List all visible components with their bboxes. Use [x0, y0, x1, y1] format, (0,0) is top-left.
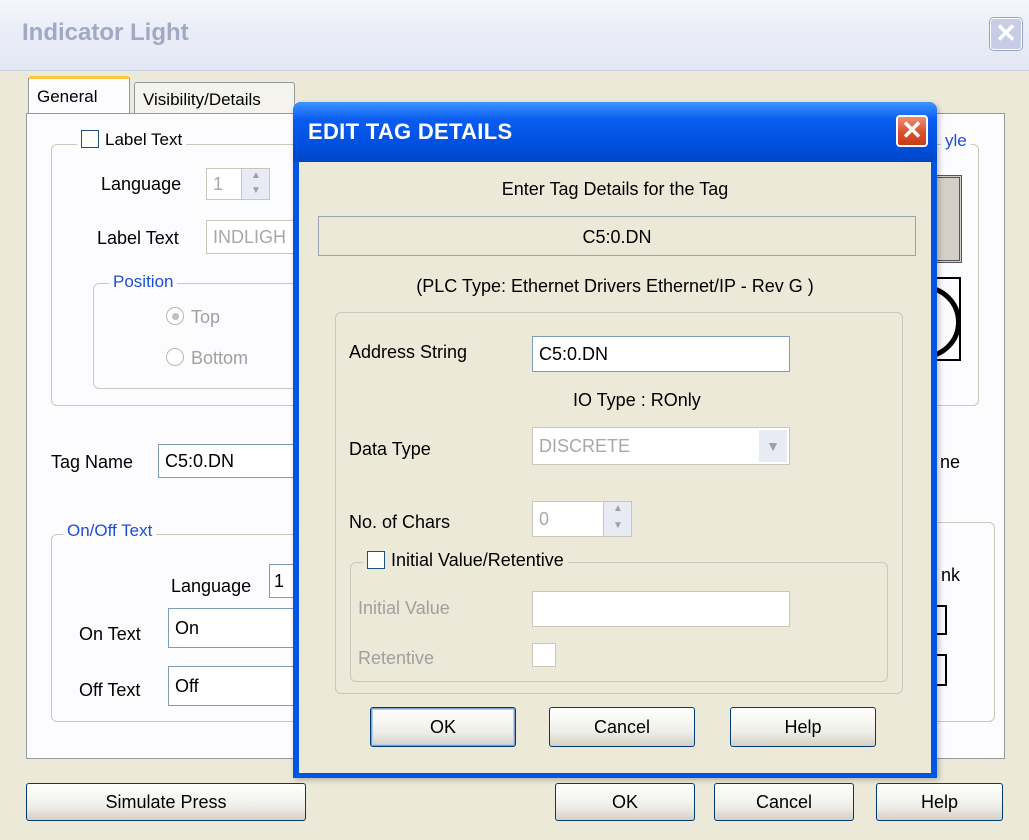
position-bottom-radio[interactable] — [166, 348, 184, 366]
dialog-ok-label: OK — [429, 717, 456, 737]
chevron-down-icon[interactable]: ▼ — [759, 430, 787, 462]
blink-on-swatch[interactable] — [937, 605, 947, 635]
position-bottom-label: Bottom — [191, 348, 249, 368]
tab-visibility-details[interactable]: Visibility/Details — [134, 82, 295, 117]
dialog-ok-button[interactable]: OK — [370, 707, 516, 747]
dialog-help-label: Help — [784, 717, 822, 737]
window-title: Indicator Light — [22, 19, 189, 46]
language-label: Language — [101, 174, 182, 194]
dialog-help-button[interactable]: Help — [730, 707, 876, 747]
initial-value-input[interactable] — [532, 591, 790, 627]
position-legend: Position — [109, 272, 178, 292]
label-text-checkbox-label: Label Text — [105, 130, 183, 149]
ok-button[interactable]: OK — [555, 783, 695, 821]
tag-name-label: Tag Name — [51, 452, 134, 472]
dialog-title: EDIT TAG DETAILS — [308, 119, 513, 144]
onoff-language-value: 1 — [274, 571, 285, 591]
on-text-label: On Text — [79, 624, 141, 644]
label-text-value: INDLIGH — [213, 227, 287, 247]
dialog-prompt: Enter Tag Details for the Tag — [501, 179, 729, 199]
right-label-fragment-ne: ne — [940, 452, 961, 472]
spinner-arrows-icon[interactable]: ▲ ▼ — [241, 169, 269, 199]
cancel-button[interactable]: Cancel — [714, 783, 854, 821]
initial-retentive-checkbox[interactable] — [367, 551, 385, 569]
off-text-input[interactable]: Off — [168, 666, 308, 706]
dialog-cancel-label: Cancel — [593, 717, 651, 737]
edit-tag-details-dialog: EDIT TAG DETAILS ✕ Enter Tag Details for… — [293, 102, 937, 778]
data-type-value: DISCRETE — [539, 436, 631, 456]
data-type-label: Data Type — [349, 439, 431, 459]
no-of-chars-value: 0 — [539, 509, 550, 529]
style-preview-square[interactable] — [937, 175, 962, 263]
label-text-checkbox[interactable] — [81, 130, 99, 148]
position-top-label: Top — [191, 307, 221, 327]
no-of-chars-label: No. of Chars — [349, 512, 451, 532]
simulate-press-button[interactable]: Simulate Press — [26, 783, 306, 821]
dialog-cancel-button[interactable]: Cancel — [549, 707, 695, 747]
plc-type-text: (PLC Type: Ethernet Drivers Ethernet/IP … — [416, 276, 814, 296]
help-label: Help — [920, 792, 959, 812]
dialog-titlebar[interactable]: EDIT TAG DETAILS ✕ — [293, 102, 937, 162]
address-string-value: C5:0.DN — [539, 344, 609, 364]
off-text-label: Off Text — [79, 680, 141, 700]
window-titlebar[interactable]: Indicator Light ✕ — [0, 0, 1029, 71]
tag-name-value: C5:0.DN — [165, 451, 235, 471]
tab-general-label: General — [37, 87, 98, 106]
window-close-button[interactable]: ✕ — [990, 18, 1022, 50]
cancel-label: Cancel — [755, 792, 813, 812]
tab-visibility-label: Visibility/Details — [143, 90, 261, 109]
on-text-value: On — [175, 618, 200, 638]
initial-retentive-label: Initial Value/Retentive — [391, 550, 564, 570]
address-string-input[interactable]: C5:0.DN — [532, 336, 790, 372]
position-top-radio[interactable] — [166, 307, 184, 325]
tab-general[interactable]: General — [28, 76, 130, 117]
io-type-text: IO Type : ROnly — [573, 390, 701, 410]
label-text-input[interactable]: INDLIGH — [206, 220, 306, 254]
simulate-press-label: Simulate Press — [105, 792, 227, 812]
dialog-close-button[interactable]: ✕ — [896, 115, 928, 147]
close-icon: ✕ — [901, 115, 923, 145]
no-of-chars-spinner[interactable]: 0 ▲ ▼ — [532, 501, 632, 537]
address-string-label: Address String — [349, 342, 468, 362]
retentive-label: Retentive — [358, 648, 435, 668]
onoff-legend: On/Off Text — [63, 521, 157, 541]
right-label-fragment-nk: nk — [941, 565, 961, 585]
retentive-checkbox[interactable] — [532, 643, 556, 667]
blink-off-swatch[interactable] — [937, 654, 947, 686]
initial-value-label: Initial Value — [358, 598, 450, 618]
tag-name-input[interactable]: C5:0.DN — [158, 444, 308, 478]
label-language-spinner[interactable]: 1 ▲ ▼ — [206, 168, 270, 200]
position-group — [93, 283, 315, 389]
onoff-language-label: Language — [171, 576, 252, 596]
style-preview-round[interactable] — [887, 277, 961, 361]
ok-label: OK — [611, 792, 638, 812]
help-button[interactable]: Help — [876, 783, 1003, 821]
dialog-tag-display: C5:0.DN — [318, 216, 916, 256]
label-text-legend: Label Text — [77, 130, 187, 150]
on-text-input[interactable]: On — [168, 608, 308, 648]
label-text-label: Label Text — [97, 228, 179, 248]
style-legend: yle — [941, 131, 971, 151]
off-text-value: Off — [175, 676, 199, 696]
data-type-select[interactable]: DISCRETE ▼ — [532, 427, 790, 465]
initial-retentive-legend: Initial Value/Retentive — [363, 550, 568, 571]
close-icon: ✕ — [995, 18, 1017, 48]
label-language-value: 1 — [213, 174, 224, 194]
dialog-body: Enter Tag Details for the Tag C5:0.DN (P… — [299, 162, 931, 773]
spinner-arrows-icon[interactable]: ▲ ▼ — [603, 502, 631, 536]
